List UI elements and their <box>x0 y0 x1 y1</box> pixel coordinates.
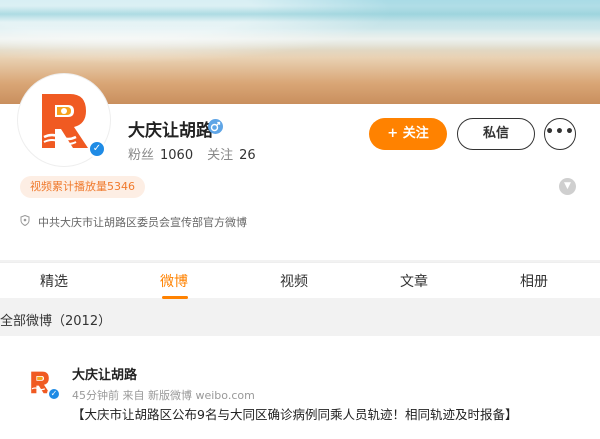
more-options-button[interactable]: ••• <box>544 118 576 150</box>
active-tab-indicator <box>162 296 188 299</box>
tab-albums[interactable]: 相册 <box>520 271 548 291</box>
tab-weibo[interactable]: 微博 <box>160 271 188 291</box>
following-count[interactable]: 26 <box>239 148 256 163</box>
play-count-badge: 视频累计播放量5346 <box>20 176 145 198</box>
verified-icon: ✓ <box>88 140 106 158</box>
fans-label: 粉丝 <box>128 148 155 163</box>
following-label: 关注 <box>207 148 234 163</box>
profile-stats: 粉丝 1060 关注 26 <box>128 144 270 163</box>
profile-name: 大庆让胡路 <box>128 121 213 141</box>
fans-count[interactable]: 1060 <box>160 148 193 163</box>
banner-wave-foam <box>0 28 600 50</box>
follow-button[interactable]: + 关注 <box>369 118 447 150</box>
description-text: 中共大庆市让胡路区委员会宣传部官方微博 <box>38 216 247 229</box>
weibo-profile-page: ✓ 大庆让胡路 粉丝 1060 关注 26 + 关注 私信 ••• 视频累计播放量53… <box>0 0 600 439</box>
profile-description: 中共大庆市让胡路区委员会宣传部官方微博 <box>20 214 247 230</box>
gender-icon <box>208 119 223 134</box>
post-author[interactable]: 大庆让胡路 <box>72 364 137 383</box>
post-meta: 45分钟前 来自 新版微博 weibo.com <box>72 389 255 402</box>
message-button[interactable]: 私信 <box>457 118 535 150</box>
tab-featured[interactable]: 精选 <box>40 271 68 291</box>
verified-icon: ✓ <box>47 387 61 401</box>
post-text[interactable]: 【大庆市让胡路区公布9名与大同区确诊病例同乘人员轨迹！相同轨迹及时报备】 <box>72 404 517 423</box>
chevron-down-icon[interactable]: ▼ <box>559 178 576 195</box>
shield-icon <box>20 214 30 229</box>
tab-video[interactable]: 视频 <box>280 271 308 291</box>
tab-articles[interactable]: 文章 <box>400 271 428 291</box>
profile-tabs: 精选 微博 视频 文章 相册 <box>0 262 600 299</box>
all-posts-title[interactable]: 全部微博（2012） <box>0 310 111 329</box>
banner-wave <box>0 6 600 22</box>
